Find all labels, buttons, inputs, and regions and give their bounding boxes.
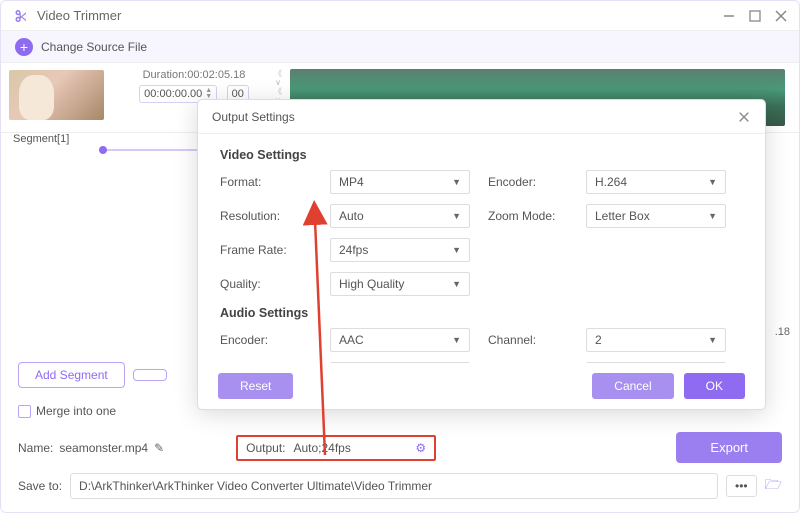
channel-select[interactable]: 2▼ [586,328,726,352]
toolbar: + Change Source File [1,31,799,63]
audio-encoder-select[interactable]: AAC▼ [330,328,470,352]
framerate-select[interactable]: 24fps▼ [330,238,470,262]
close-icon[interactable] [773,8,789,24]
titlebar: Video Trimmer [1,1,799,31]
segment-thumbnail[interactable] [9,70,104,120]
chevron-down-icon: ▼ [708,335,717,345]
chevron-down-icon: ▼ [452,211,461,221]
gear-icon[interactable]: ⚙ [415,441,426,455]
merge-checkbox[interactable]: Merge into one [18,404,116,418]
audio-settings-heading: Audio Settings [220,306,743,320]
maximize-icon[interactable] [747,8,763,24]
name-label: Name: [18,441,53,455]
zoom-mode-select[interactable]: Letter Box▼ [586,204,726,228]
chevron-down-icon: ▼ [452,279,461,289]
ok-button[interactable]: OK [684,373,745,399]
chevron-down-icon: ▼ [452,245,461,255]
end-time-fragment: .18 [775,326,790,338]
export-button[interactable]: Export [676,432,782,463]
saveto-path-input[interactable]: D:\ArkThinker\ArkThinker Video Converter… [70,473,718,499]
video-settings-heading: Video Settings [220,148,743,162]
quality-select[interactable]: High Quality▼ [330,272,470,296]
output-summary-box: Output: Auto;24fps ⚙ [236,435,436,461]
add-segment-button[interactable]: Add Segment [18,362,125,388]
minimize-icon[interactable] [721,8,737,24]
chevron-down-icon: ▼ [452,177,461,187]
plus-icon[interactable]: + [15,38,33,56]
dialog-close-icon[interactable] [737,110,751,124]
window-title: Video Trimmer [37,8,711,23]
reset-button[interactable]: Reset [218,373,293,399]
chevron-down-icon: ▼ [708,211,717,221]
change-source-button[interactable]: Change Source File [41,40,147,54]
output-summary-text: Auto;24fps [293,441,350,455]
chevron-down-icon: ▼ [452,335,461,345]
cancel-button[interactable]: Cancel [592,373,673,399]
file-name: seamonster.mp4 [59,441,148,455]
pencil-icon[interactable]: ✎ [154,441,164,455]
dialog-title: Output Settings [212,110,295,124]
resolution-select[interactable]: Auto▼ [330,204,470,228]
video-encoder-select[interactable]: H.264▼ [586,170,726,194]
folder-icon[interactable]: 🗁 [765,474,782,498]
browse-button[interactable]: ••• [726,475,757,497]
saveto-label: Save to: [18,479,62,493]
chevron-down-icon: ▼ [708,177,717,187]
output-settings-dialog: Output Settings Video Settings Format: M… [197,99,766,410]
format-select[interactable]: MP4▼ [330,170,470,194]
app-icon [11,7,29,25]
secondary-button[interactable] [133,369,167,381]
